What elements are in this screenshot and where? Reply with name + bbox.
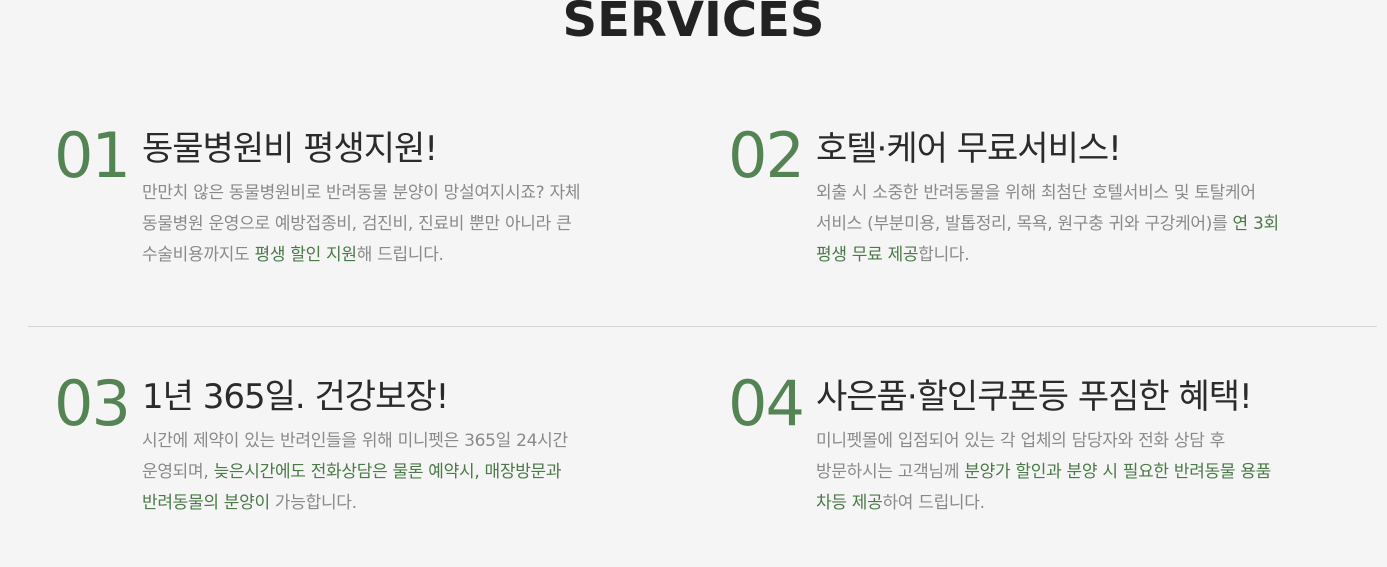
description-text: 합니다. — [918, 245, 970, 265]
description-line: 외출 시 소중한 반려동물을 위해 최첨단 호텔서비스 및 토탈케어 — [816, 178, 1376, 209]
description-text: 동물병원 운영으로 예방접종비, 검진비, 진료비 뿐만 아니라 큰 — [142, 214, 572, 234]
description-line: 수술비용까지도 평생 할인 지원해 드립니다. — [142, 240, 702, 271]
highlight-text: 늦은시간에도 전화상담은 물론 예약시, 매장방문과 — [213, 462, 562, 482]
service-description: 시간에 제약이 있는 반려인들을 위해 미니펫은 365일 24시간운영되며, … — [142, 426, 702, 519]
description-line: 방문하시는 고객님께 분양가 할인과 분양 시 필요한 반려동물 용품 — [816, 457, 1376, 488]
section-divider — [28, 326, 1377, 327]
service-number: 04 — [728, 367, 805, 440]
description-text: 수술비용까지도 — [142, 245, 255, 265]
service-number: 02 — [728, 119, 805, 192]
description-line: 차등 제공하여 드립니다. — [816, 488, 1376, 519]
description-text: 해 드립니다. — [356, 245, 444, 265]
service-title: 사은품·할인쿠폰등 푸짐한 혜택! — [816, 377, 1253, 417]
highlight-text: 평생 무료 제공 — [816, 245, 919, 265]
description-line: 만만치 않은 동물병원비로 반려동물 분양이 망설여지시죠? 자체 — [142, 178, 702, 209]
description-text: 운영되며, — [142, 462, 214, 482]
description-text: 미니펫몰에 입점되어 있는 각 업체의 담당자와 전화 상담 후 — [816, 431, 1225, 451]
description-line: 운영되며, 늦은시간에도 전화상담은 물론 예약시, 매장방문과 — [142, 457, 702, 488]
description-line: 미니펫몰에 입점되어 있는 각 업체의 담당자와 전화 상담 후 — [816, 426, 1376, 457]
description-line: 반려동물의 분양이 가능합니다. — [142, 488, 702, 519]
description-text: 외출 시 소중한 반려동물을 위해 최첨단 호텔서비스 및 토탈케어 — [816, 183, 1256, 203]
service-description: 외출 시 소중한 반려동물을 위해 최첨단 호텔서비스 및 토탈케어서비스 (부… — [816, 178, 1376, 271]
highlight-text: 분양가 할인과 분양 시 필요한 반려동물 용품 — [964, 462, 1272, 482]
description-text: 가능합니다. — [269, 493, 357, 513]
service-title: 동물병원비 평생지원! — [142, 129, 438, 169]
description-line: 평생 무료 제공합니다. — [816, 240, 1376, 271]
highlight-text: 평생 할인 지원 — [254, 245, 357, 265]
description-line: 시간에 제약이 있는 반려인들을 위해 미니펫은 365일 24시간 — [142, 426, 702, 457]
service-description: 미니펫몰에 입점되어 있는 각 업체의 담당자와 전화 상담 후방문하시는 고객… — [816, 426, 1376, 519]
description-text: 시간에 제약이 있는 반려인들을 위해 미니펫은 365일 24시간 — [142, 431, 568, 451]
service-number: 03 — [54, 367, 131, 440]
services-section: SERVICES 01 동물병원비 평생지원! 만만치 않은 동물병원비로 반려… — [0, 0, 1387, 567]
service-title: 1년 365일. 건강보장! — [142, 377, 449, 417]
description-text: 만만치 않은 동물병원비로 반려동물 분양이 망설여지시죠? 자체 — [142, 183, 581, 203]
service-title: 호텔·케어 무료서비스! — [816, 129, 1122, 169]
highlight-text: 연 3회 — [1232, 214, 1280, 234]
description-line: 동물병원 운영으로 예방접종비, 검진비, 진료비 뿐만 아니라 큰 — [142, 209, 702, 240]
description-text: 하여 드립니다. — [882, 493, 985, 513]
description-line: 서비스 (부분미용, 발톱정리, 목욕, 원구충 귀와 구강케어)를 연 3회 — [816, 209, 1376, 240]
highlight-text: 반려동물의 분양이 — [142, 493, 270, 513]
description-text: 서비스 (부분미용, 발톱정리, 목욕, 원구충 귀와 구강케어)를 — [816, 214, 1233, 234]
highlight-text: 차등 제공 — [816, 493, 883, 513]
service-description: 만만치 않은 동물병원비로 반려동물 분양이 망설여지시죠? 자체동물병원 운영… — [142, 178, 702, 271]
section-title: SERVICES — [562, 0, 825, 48]
description-text: 방문하시는 고객님께 — [816, 462, 965, 482]
service-number: 01 — [54, 119, 131, 192]
